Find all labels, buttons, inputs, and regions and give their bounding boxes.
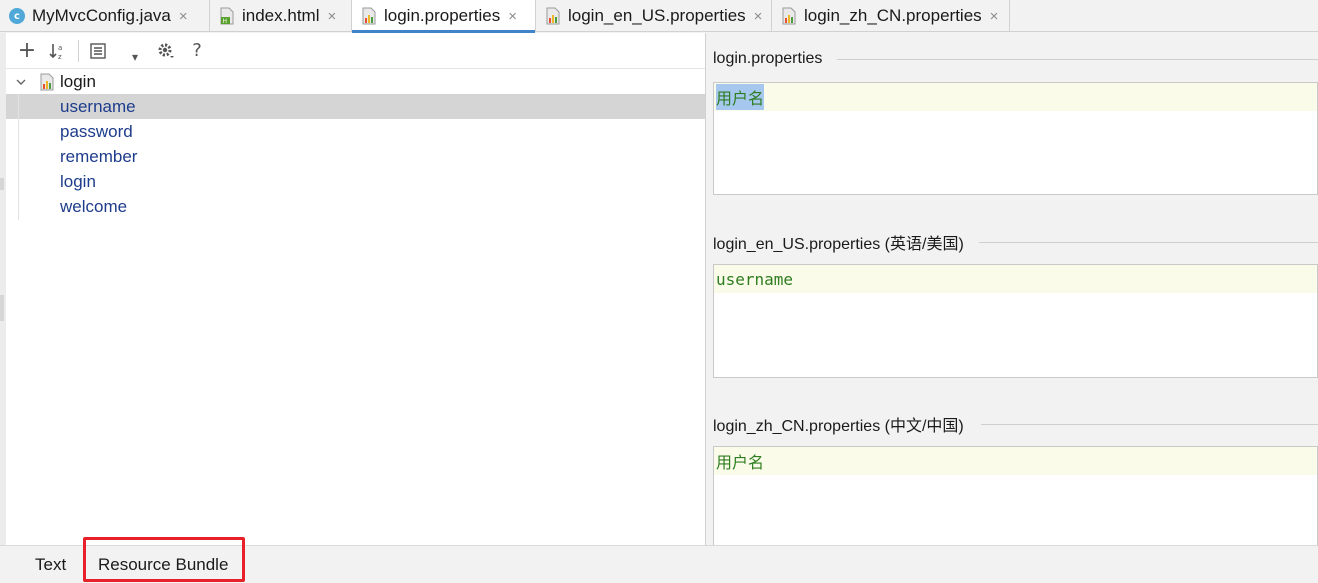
ide-window: c MyMvcConfig.java × H index.html × logi… xyxy=(0,0,1318,583)
close-icon[interactable]: × xyxy=(508,8,517,25)
close-icon[interactable]: × xyxy=(990,8,999,25)
group-by-prefix-button[interactable] xyxy=(85,38,111,64)
resource-bundle-tree-panel: + az ▾ ? login username password remembe… xyxy=(6,33,706,545)
editor-line: username xyxy=(714,265,1317,293)
editor-tab-bar: c MyMvcConfig.java × H index.html × logi… xyxy=(0,0,1318,33)
add-property-button[interactable]: + xyxy=(14,38,40,64)
tab-label: index.html xyxy=(242,6,320,25)
tab-label: login_en_US.properties xyxy=(568,6,746,25)
sort-icon: az xyxy=(49,43,62,61)
help-icon[interactable]: ? xyxy=(184,38,210,64)
chevron-down-icon[interactable] xyxy=(14,75,28,89)
toolbar-divider xyxy=(78,39,79,62)
svg-text:z: z xyxy=(58,53,62,61)
bundle-tree: login username password remember login w… xyxy=(6,69,705,220)
gutter-marker xyxy=(0,295,4,321)
tab-mymvcconfig[interactable]: c MyMvcConfig.java × xyxy=(0,0,210,32)
editor-line: 用户名 xyxy=(714,447,1317,475)
tree-root-login[interactable]: login xyxy=(6,69,705,94)
html-file-icon: H xyxy=(218,7,236,25)
editor-line: 用户名 xyxy=(714,83,1317,111)
close-icon[interactable]: × xyxy=(754,8,763,25)
value-text: username xyxy=(716,269,794,289)
value-editor-en-us[interactable]: username xyxy=(713,264,1318,378)
editor-mode-tab-bar: Text Resource Bundle xyxy=(0,537,1318,583)
svg-text:H: H xyxy=(223,18,228,25)
tab-label: login_zh_CN.properties xyxy=(804,6,982,25)
tab-text[interactable]: Text xyxy=(35,546,66,583)
tree-guide-line xyxy=(18,94,19,220)
section-divider xyxy=(837,59,1318,60)
section-title-en-us: login_en_US.properties (英语/美国) xyxy=(713,236,964,253)
properties-file-icon xyxy=(544,7,562,25)
annotation-highlight-box xyxy=(83,537,245,582)
svg-text:a: a xyxy=(58,44,62,52)
tree-item-remember[interactable]: remember xyxy=(6,144,705,169)
section-divider xyxy=(979,242,1318,243)
tab-login-properties[interactable]: login.properties × xyxy=(352,0,536,33)
properties-file-icon xyxy=(360,7,378,25)
tab-label: MyMvcConfig.java xyxy=(32,6,171,25)
sort-alphabetically-button[interactable]: az xyxy=(45,38,71,64)
gutter-marker xyxy=(0,178,4,190)
gear-icon[interactable] xyxy=(153,38,179,64)
tree-item-password[interactable]: password xyxy=(6,119,705,144)
chevron-down-icon[interactable]: ▾ xyxy=(122,44,148,70)
value-editor-default[interactable]: 用户名 xyxy=(713,82,1318,195)
property-values-panel: login.properties 用户名 login_en_US.propert… xyxy=(707,33,1318,545)
properties-file-icon xyxy=(38,73,56,91)
tree-item-login[interactable]: login xyxy=(6,169,705,194)
tab-login-zh-cn-properties[interactable]: login_zh_CN.properties × xyxy=(772,0,1010,32)
section-divider xyxy=(981,424,1318,425)
close-icon[interactable]: × xyxy=(327,8,336,25)
tab-login-en-us-properties[interactable]: login_en_US.properties × xyxy=(536,0,772,32)
section-title-zh-cn: login_zh_CN.properties (中文/中国) xyxy=(713,418,964,435)
tab-index-html[interactable]: H index.html × xyxy=(210,0,352,32)
tab-label: login.properties xyxy=(384,6,501,25)
java-class-icon: c xyxy=(8,7,26,25)
value-text: 用户名 xyxy=(716,84,765,110)
properties-file-icon xyxy=(780,7,798,25)
group-icon xyxy=(90,42,106,59)
close-icon[interactable]: × xyxy=(179,8,188,25)
value-text: 用户名 xyxy=(716,453,765,472)
tree-item-welcome[interactable]: welcome xyxy=(6,194,705,219)
tree-toolbar: + az ▾ ? xyxy=(6,33,705,69)
tree-root-label: login xyxy=(60,71,96,91)
value-editor-zh-cn[interactable]: 用户名 xyxy=(713,446,1318,545)
section-title-default: login.properties xyxy=(713,50,823,67)
tree-item-username[interactable]: username xyxy=(6,94,705,119)
